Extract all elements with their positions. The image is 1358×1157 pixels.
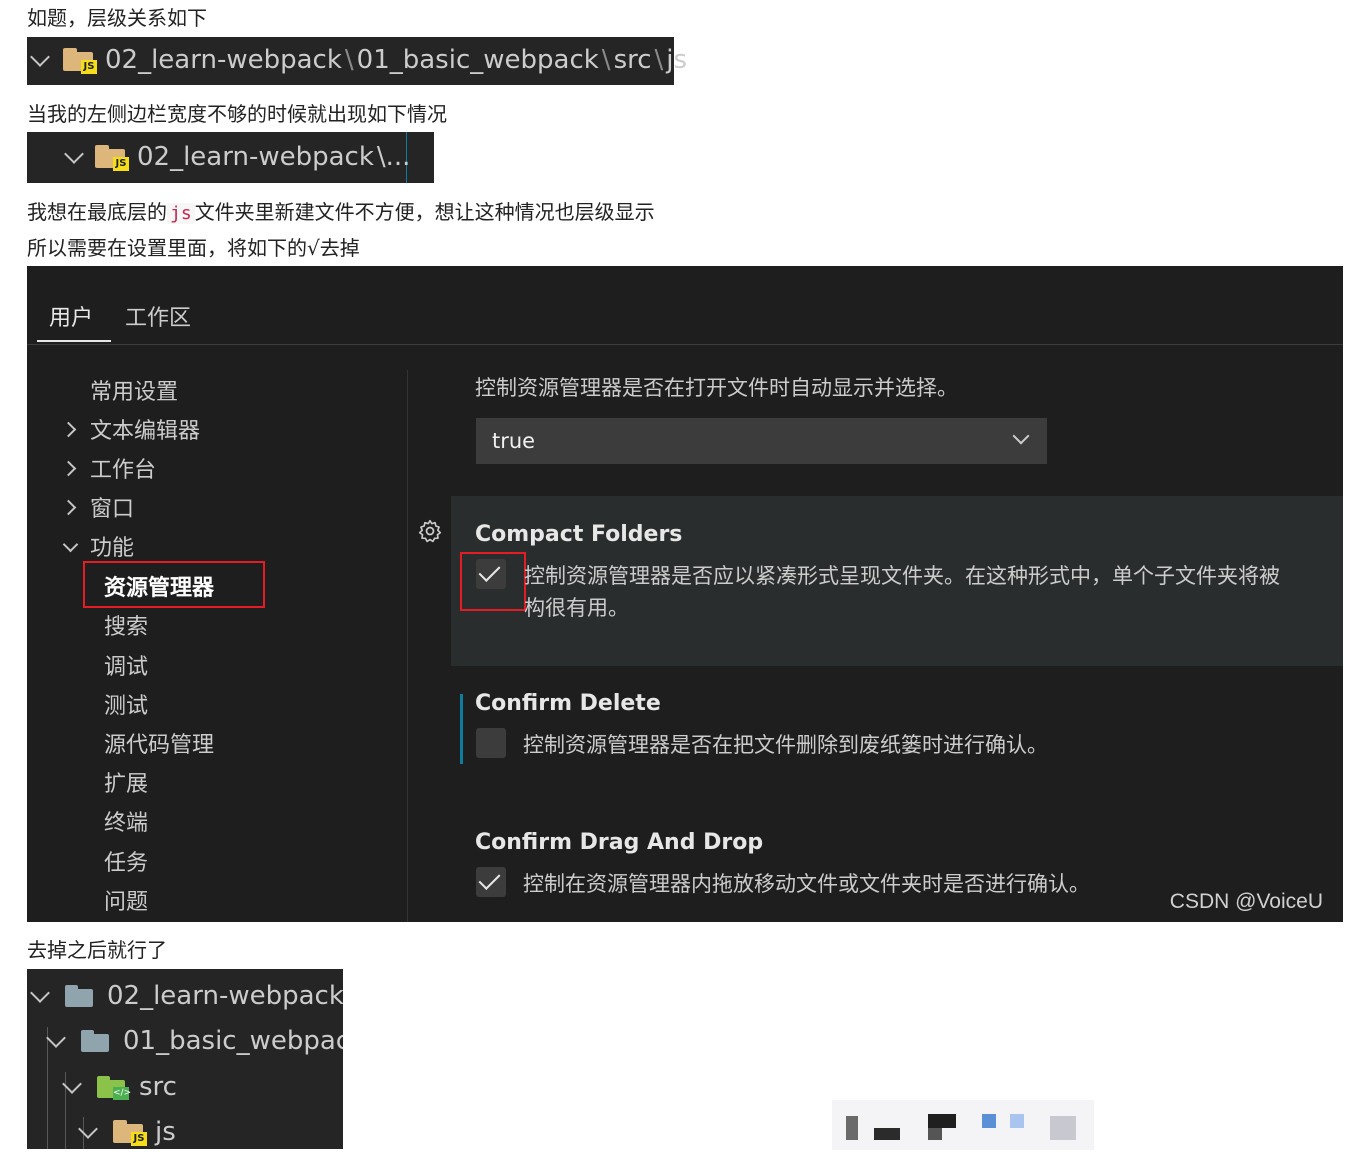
auto-reveal-value: true: [492, 429, 536, 453]
explorer-tree: 02_learn-webpack 01_basic_webpack </> sr…: [27, 969, 343, 1149]
js-folder-icon: JS: [113, 1120, 147, 1146]
breadcrumb-seg-learn-webpack[interactable]: 02_learn-webpack: [137, 142, 374, 172]
toc-search[interactable]: 搜索: [104, 609, 148, 641]
toc-debug[interactable]: 调试: [104, 649, 148, 681]
inline-code-js: js: [167, 203, 195, 224]
chevron-right-icon[interactable]: [60, 421, 77, 438]
toc-scm[interactable]: 源代码管理: [104, 727, 214, 759]
tree-label: 02_learn-webpack: [107, 981, 343, 1011]
auto-reveal-select[interactable]: true: [476, 418, 1047, 464]
problem-text-pre: 我想在最底层的: [27, 200, 167, 224]
toc-tasks[interactable]: 任务: [104, 845, 148, 877]
problem-text-post: 文件夹里新建文件不方便，想让这种情况也层级显示: [194, 200, 655, 224]
solution-text: 所以需要在设置里面，将如下的√去掉: [27, 236, 360, 260]
narrow-sidebar-text: 当我的左侧边栏宽度不够的时候就出现如下情况: [27, 102, 447, 126]
auto-reveal-description: 控制资源管理器是否在打开文件时自动显示并选择。: [475, 376, 958, 400]
breadcrumb-ellipsis: \...: [376, 142, 411, 172]
result-text: 去掉之后就行了: [27, 938, 167, 962]
pixelated-fragment: [832, 1100, 1094, 1150]
toc-terminal[interactable]: 终端: [104, 805, 148, 837]
intro-text: 如题，层级关系如下: [27, 6, 207, 30]
chevron-down-icon: [1012, 427, 1030, 445]
chevron-down-icon[interactable]: [46, 1028, 66, 1048]
toc-extensions[interactable]: 扩展: [104, 766, 148, 798]
toc-common[interactable]: 常用设置: [90, 374, 178, 406]
tab-user[interactable]: 用户: [49, 300, 93, 332]
breadcrumb-seg-basic-webpack[interactable]: 01_basic_webpack: [357, 45, 599, 75]
active-tab-indicator: [37, 340, 111, 342]
breadcrumb-seg-src[interactable]: src: [614, 45, 652, 75]
confirm-dnd-description: 控制在资源管理器内拖放移动文件或文件夹时是否进行确认。: [523, 872, 1090, 896]
compact-folders-title: Compact Folders: [475, 522, 683, 547]
tree-item-js[interactable]: JS js: [75, 1117, 176, 1147]
confirm-dnd-title: Confirm Drag And Drop: [475, 830, 764, 855]
toc-divider: [407, 370, 408, 922]
src-folder-icon: </>: [97, 1076, 131, 1100]
breadcrumb-separator: \: [601, 45, 611, 75]
csdn-watermark: CSDN @VoiceU: [1169, 890, 1323, 913]
folder-open-icon: [65, 985, 95, 1007]
breadcrumb-truncated: JS 02_learn-webpack \...: [27, 132, 434, 183]
highlight-box-explorer: [83, 561, 265, 608]
tree-label: 01_basic_webpack: [123, 1026, 343, 1056]
confirm-delete-title: Confirm Delete: [475, 691, 661, 716]
toc-workbench[interactable]: 工作台: [90, 452, 156, 484]
breadcrumb-full: JS 02_learn-webpack \ 01_basic_webpack \…: [27, 37, 687, 85]
breadcrumb-seg-js[interactable]: js: [666, 45, 687, 75]
chevron-down-icon[interactable]: [78, 1119, 98, 1139]
highlight-box-checkbox: [460, 552, 526, 611]
modified-indicator: [460, 694, 463, 764]
chevron-right-icon[interactable]: [60, 460, 77, 477]
chevron-down-icon[interactable]: [30, 47, 50, 67]
toc-testing[interactable]: 测试: [104, 688, 148, 720]
confirm-dnd-checkbox[interactable]: [476, 867, 506, 897]
chevron-down-icon[interactable]: [62, 536, 79, 553]
gear-icon[interactable]: [417, 518, 443, 544]
breadcrumb-seg-learn-webpack[interactable]: 02_learn-webpack: [105, 45, 342, 75]
compact-folders-description: 控制资源管理器是否应以紧凑形式呈现文件夹。在这种形式中，单个子文件夹将被: [524, 564, 1280, 588]
toc-problems[interactable]: 问题: [104, 884, 148, 916]
breadcrumb-separator: \: [654, 45, 664, 75]
compact-folders-description-cont: 构很有用。: [524, 596, 629, 620]
tree-item-src[interactable]: </> src: [59, 1072, 177, 1102]
settings-panel: 用户 工作区 常用设置 文本编辑器 工作台 窗口 功能 资源管理器 搜索 调试 …: [27, 266, 1343, 922]
chevron-down-icon[interactable]: [30, 983, 50, 1003]
tree-item-learn-webpack[interactable]: 02_learn-webpack: [27, 981, 343, 1011]
tree-item-basic-webpack[interactable]: 01_basic_webpack: [43, 1026, 343, 1056]
problem-text: 我想在最底层的 js 文件夹里新建文件不方便，想让这种情况也层级显示: [27, 198, 655, 228]
chevron-down-icon[interactable]: [62, 1074, 82, 1094]
toc-features[interactable]: 功能: [90, 530, 134, 562]
confirm-delete-checkbox[interactable]: [476, 728, 506, 758]
folder-open-icon: [81, 1030, 111, 1052]
tree-label: js: [155, 1117, 176, 1147]
breadcrumb-separator: \: [344, 45, 354, 75]
settings-tabs: 用户 工作区: [27, 266, 1343, 345]
chevron-down-icon[interactable]: [64, 144, 84, 164]
js-folder-icon: JS: [95, 145, 129, 171]
checkmark-icon: [478, 868, 501, 890]
tab-workspace[interactable]: 工作区: [125, 300, 191, 332]
tree-label: src: [139, 1072, 177, 1102]
confirm-delete-description: 控制资源管理器是否在把文件删除到废纸篓时进行确认。: [523, 733, 1048, 757]
toc-window[interactable]: 窗口: [90, 491, 134, 523]
js-folder-icon: JS: [63, 48, 97, 74]
toc-text-editor[interactable]: 文本编辑器: [90, 413, 200, 445]
chevron-right-icon[interactable]: [60, 499, 77, 516]
